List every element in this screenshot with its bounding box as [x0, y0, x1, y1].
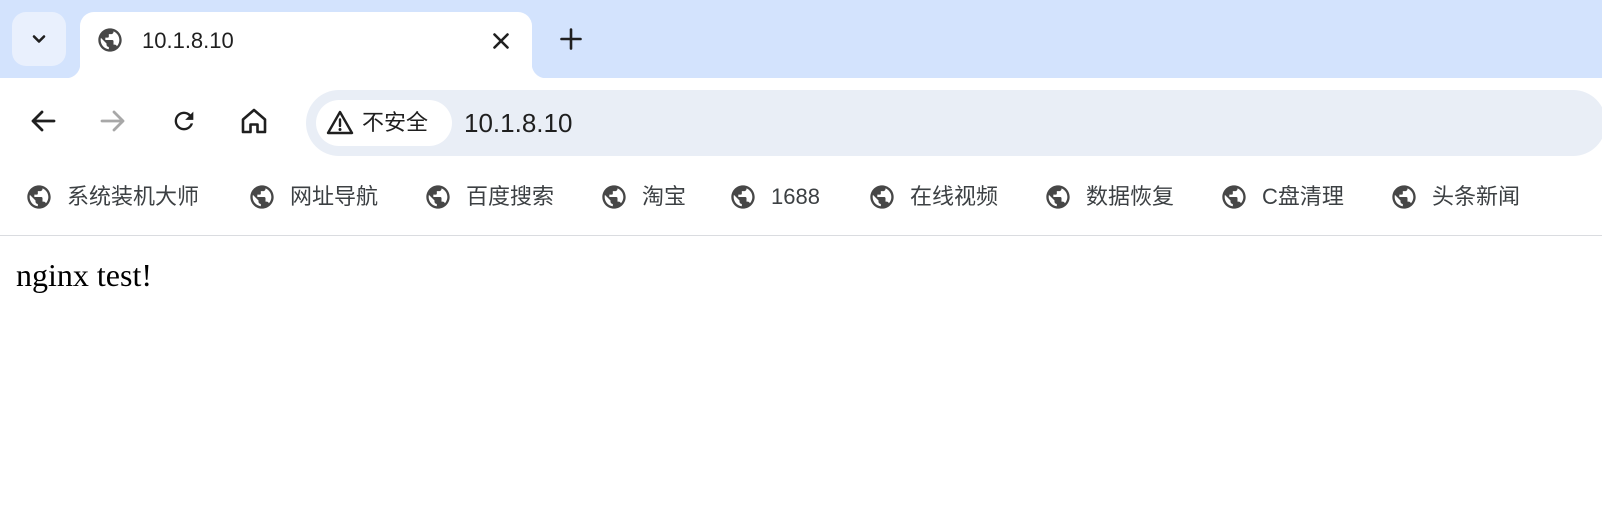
bookmark-label: 淘宝	[642, 184, 687, 209]
globe-icon	[600, 183, 628, 211]
bookmark-item[interactable]: 头条新闻	[1390, 181, 1520, 213]
globe-icon	[25, 183, 53, 211]
bookmark-label: 系统装机大师	[67, 184, 200, 209]
globe-icon	[868, 183, 896, 211]
tab-title: 10.1.8.10	[142, 28, 234, 53]
bookmark-item[interactable]: 在线视频	[868, 181, 998, 213]
globe-icon	[424, 183, 452, 211]
back-button[interactable]	[27, 105, 59, 137]
globe-icon	[248, 183, 276, 211]
bookmark-item[interactable]: 淘宝	[600, 181, 686, 213]
toolbar: 不安全 10.1.8.10	[0, 78, 1602, 168]
globe-icon	[98, 28, 122, 52]
bookmark-label: 1688	[771, 184, 820, 209]
forward-button[interactable]	[97, 105, 129, 137]
bookmark-item[interactable]: C盘清理	[1220, 181, 1344, 213]
plus-icon	[560, 28, 582, 50]
reload-icon	[174, 111, 194, 131]
bookmark-item[interactable]: 百度搜索	[424, 181, 554, 213]
globe-icon	[729, 183, 757, 211]
home-icon	[241, 108, 267, 134]
chevron-down-icon	[32, 35, 46, 43]
bookmark-label: 数据恢复	[1086, 184, 1175, 209]
bookmark-label: 网址导航	[290, 184, 379, 209]
bookmark-label: 百度搜索	[466, 184, 555, 209]
reload-button[interactable]	[168, 105, 200, 137]
home-button[interactable]	[238, 105, 270, 137]
tab-search-button[interactable]	[12, 12, 66, 66]
bookmark-label: 头条新闻	[1432, 184, 1521, 209]
globe-icon	[1390, 183, 1418, 211]
security-label: 不安全	[362, 110, 429, 135]
bookmark-item[interactable]: 数据恢复	[1044, 181, 1174, 213]
bookmarks-bar: 系统装机大师 网址导航 百度搜索 淘宝 1688 在线视频 数据恢复 C盘清理 …	[0, 168, 1602, 236]
bookmark-label: C盘清理	[1262, 184, 1344, 209]
new-tab-button[interactable]	[556, 24, 586, 54]
globe-icon	[1044, 183, 1072, 211]
arrow-right-icon	[100, 110, 125, 132]
page-body-text: nginx test!	[16, 257, 152, 293]
security-chip[interactable]: 不安全	[316, 100, 452, 146]
bookmark-item[interactable]: 系统装机大师	[25, 181, 199, 213]
tab-close-button[interactable]	[488, 28, 514, 54]
warning-icon	[326, 109, 354, 137]
url-text[interactable]: 10.1.8.10	[464, 107, 572, 139]
bookmark-item[interactable]: 1688	[729, 181, 820, 213]
bookmark-label: 在线视频	[910, 184, 999, 209]
tab-corner-left	[66, 64, 80, 78]
globe-icon	[1220, 183, 1248, 211]
bookmark-item[interactable]: 网址导航	[248, 181, 378, 213]
close-icon	[493, 33, 509, 49]
tab-corner-right	[532, 64, 546, 78]
arrow-left-icon	[31, 110, 56, 132]
address-bar[interactable]: 不安全 10.1.8.10	[306, 90, 1602, 156]
tab-strip: 10.1.8.10	[0, 0, 1602, 90]
